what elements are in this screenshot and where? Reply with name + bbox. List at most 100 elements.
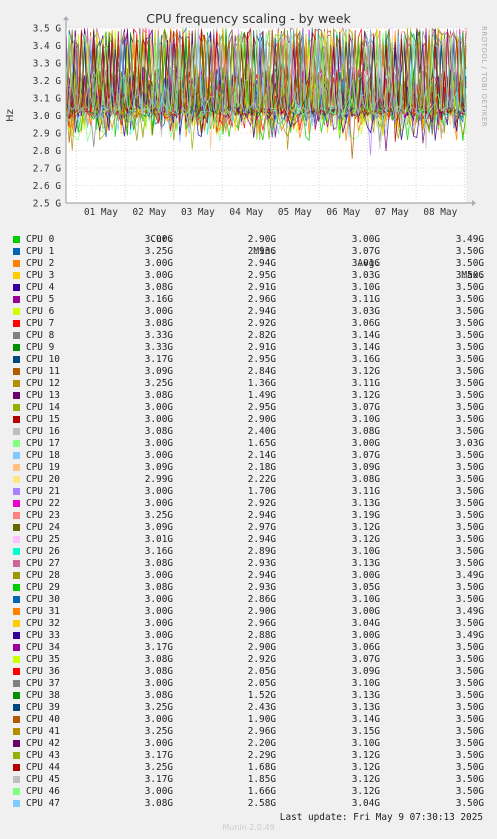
legend-swatch <box>13 596 20 603</box>
legend-cur: 3.00G <box>144 486 173 497</box>
legend-swatch <box>13 248 20 255</box>
legend-max: 3.50G <box>455 414 484 425</box>
legend-max: 3.50G <box>455 546 484 557</box>
legend-series-name: CPU 25 <box>26 534 60 545</box>
legend-min: 2.88G <box>247 630 276 641</box>
legend-cur: 3.00G <box>144 606 173 617</box>
legend-avg: 3.10G <box>351 594 380 605</box>
legend-cur: 3.25G <box>144 246 173 257</box>
legend-max: 3.50G <box>455 246 484 257</box>
legend-max: 3.49G <box>455 570 484 581</box>
x-tick-label: 07 May <box>375 207 409 218</box>
legend-row: CPU 46 3.00G 1.66G 3.12G 3.50G <box>0 786 497 798</box>
legend-swatch <box>13 488 20 495</box>
legend-min: 1.68G <box>247 762 276 773</box>
legend-cur: 3.00G <box>144 234 173 245</box>
legend-swatch <box>13 476 20 483</box>
legend-series-name: CPU 5 <box>26 294 55 305</box>
legend-swatch <box>13 260 20 267</box>
legend-row: CPU 17 3.00G 1.65G 3.00G 3.03G <box>0 438 497 450</box>
legend-min: 2.93G <box>247 582 276 593</box>
legend-swatch <box>13 380 20 387</box>
y-tick-label: 3.0 G <box>33 111 62 122</box>
legend-row: CPU 40 3.00G 1.90G 3.14G 3.50G <box>0 714 497 726</box>
legend-cur: 3.25G <box>144 726 173 737</box>
y-axis-arrow <box>63 16 69 20</box>
legend-series-name: CPU 23 <box>26 510 60 521</box>
legend-min: 1.70G <box>247 486 276 497</box>
legend-avg: 3.13G <box>351 690 380 701</box>
legend-series-name: CPU 38 <box>26 690 60 701</box>
legend-max: 3.50G <box>455 594 484 605</box>
legend-series-name: CPU 12 <box>26 378 60 389</box>
legend-min: 2.90G <box>247 642 276 653</box>
legend-avg: 3.10G <box>351 678 380 689</box>
legend-row: CPU 3 3.00G 2.95G 3.03G 3.50G <box>0 270 497 282</box>
legend-row: CPU 45 3.17G 1.85G 3.12G 3.50G <box>0 774 497 786</box>
legend-min: 2.92G <box>247 318 276 329</box>
legend-row: CPU 11 3.09G 2.84G 3.12G 3.50G <box>0 366 497 378</box>
legend-max: 3.50G <box>455 486 484 497</box>
legend-avg: 3.07G <box>351 402 380 413</box>
legend-swatch <box>13 368 20 375</box>
legend-cur: 3.08G <box>144 582 173 593</box>
legend-series-name: CPU 44 <box>26 762 60 773</box>
y-tick-label: 3.1 G <box>33 94 62 105</box>
legend-min: 2.94G <box>247 534 276 545</box>
legend-avg: 3.00G <box>351 438 380 449</box>
legend-cur: 3.08G <box>144 390 173 401</box>
legend-max: 3.50G <box>455 402 484 413</box>
legend-row: CPU 43 3.17G 2.29G 3.12G 3.50G <box>0 750 497 762</box>
legend-avg: 3.13G <box>351 498 380 509</box>
legend-avg: 3.12G <box>351 750 380 761</box>
legend-avg: 3.12G <box>351 762 380 773</box>
legend-max: 3.50G <box>455 330 484 341</box>
legend-max: 3.50G <box>455 294 484 305</box>
legend-avg: 3.01G <box>351 258 380 269</box>
legend-row: CPU 33 3.00G 2.88G 3.00G 3.49G <box>0 630 497 642</box>
legend-max: 3.50G <box>455 378 484 389</box>
legend-swatch <box>13 680 20 687</box>
legend-avg: 3.07G <box>351 654 380 665</box>
legend-min: 2.97G <box>247 522 276 533</box>
legend-cur: 3.08G <box>144 654 173 665</box>
x-axis-arrow <box>472 200 476 206</box>
legend-avg: 3.06G <box>351 642 380 653</box>
legend-min: 2.90G <box>247 234 276 245</box>
legend-cur: 3.09G <box>144 522 173 533</box>
legend-cur: 3.00G <box>144 714 173 725</box>
legend-avg: 3.00G <box>351 630 380 641</box>
legend-cur: 3.08G <box>144 282 173 293</box>
legend-row: CPU 25 3.01G 2.94G 3.12G 3.50G <box>0 534 497 546</box>
legend-max: 3.50G <box>455 270 484 281</box>
legend-series-name: CPU 13 <box>26 390 60 401</box>
legend-avg: 3.16G <box>351 354 380 365</box>
legend-cur: 3.08G <box>144 558 173 569</box>
legend-avg: 3.12G <box>351 522 380 533</box>
legend-row: CPU 1 3.25G 2.93G 3.07G 3.50G <box>0 246 497 258</box>
legend-cur: 3.00G <box>144 618 173 629</box>
legend-series-name: CPU 39 <box>26 702 60 713</box>
legend-max: 3.50G <box>455 558 484 569</box>
legend-avg: 3.10G <box>351 738 380 749</box>
legend-swatch <box>13 620 20 627</box>
legend-cur: 3.25G <box>144 510 173 521</box>
legend-row: CPU 0 3.00G 2.90G 3.00G 3.49G <box>0 234 497 246</box>
legend-series-name: CPU 15 <box>26 414 60 425</box>
legend-series-name: CPU 27 <box>26 558 60 569</box>
legend-series-name: CPU 46 <box>26 786 60 797</box>
legend-series-name: CPU 24 <box>26 522 60 533</box>
legend-avg: 3.00G <box>351 570 380 581</box>
x-tick-label: 06 May <box>326 207 360 218</box>
legend-swatch <box>13 572 20 579</box>
legend-min: 2.29G <box>247 750 276 761</box>
legend-avg: 3.11G <box>351 486 380 497</box>
legend-cur: 3.08G <box>144 798 173 809</box>
legend-avg: 3.06G <box>351 318 380 329</box>
legend-max: 3.50G <box>455 786 484 797</box>
legend-max: 3.50G <box>455 798 484 809</box>
legend-max: 3.50G <box>455 522 484 533</box>
legend-series-name: CPU 16 <box>26 426 60 437</box>
legend-row: CPU 36 3.08G 2.05G 3.09G 3.50G <box>0 666 497 678</box>
legend-row: CPU 10 3.17G 2.95G 3.16G 3.50G <box>0 354 497 366</box>
